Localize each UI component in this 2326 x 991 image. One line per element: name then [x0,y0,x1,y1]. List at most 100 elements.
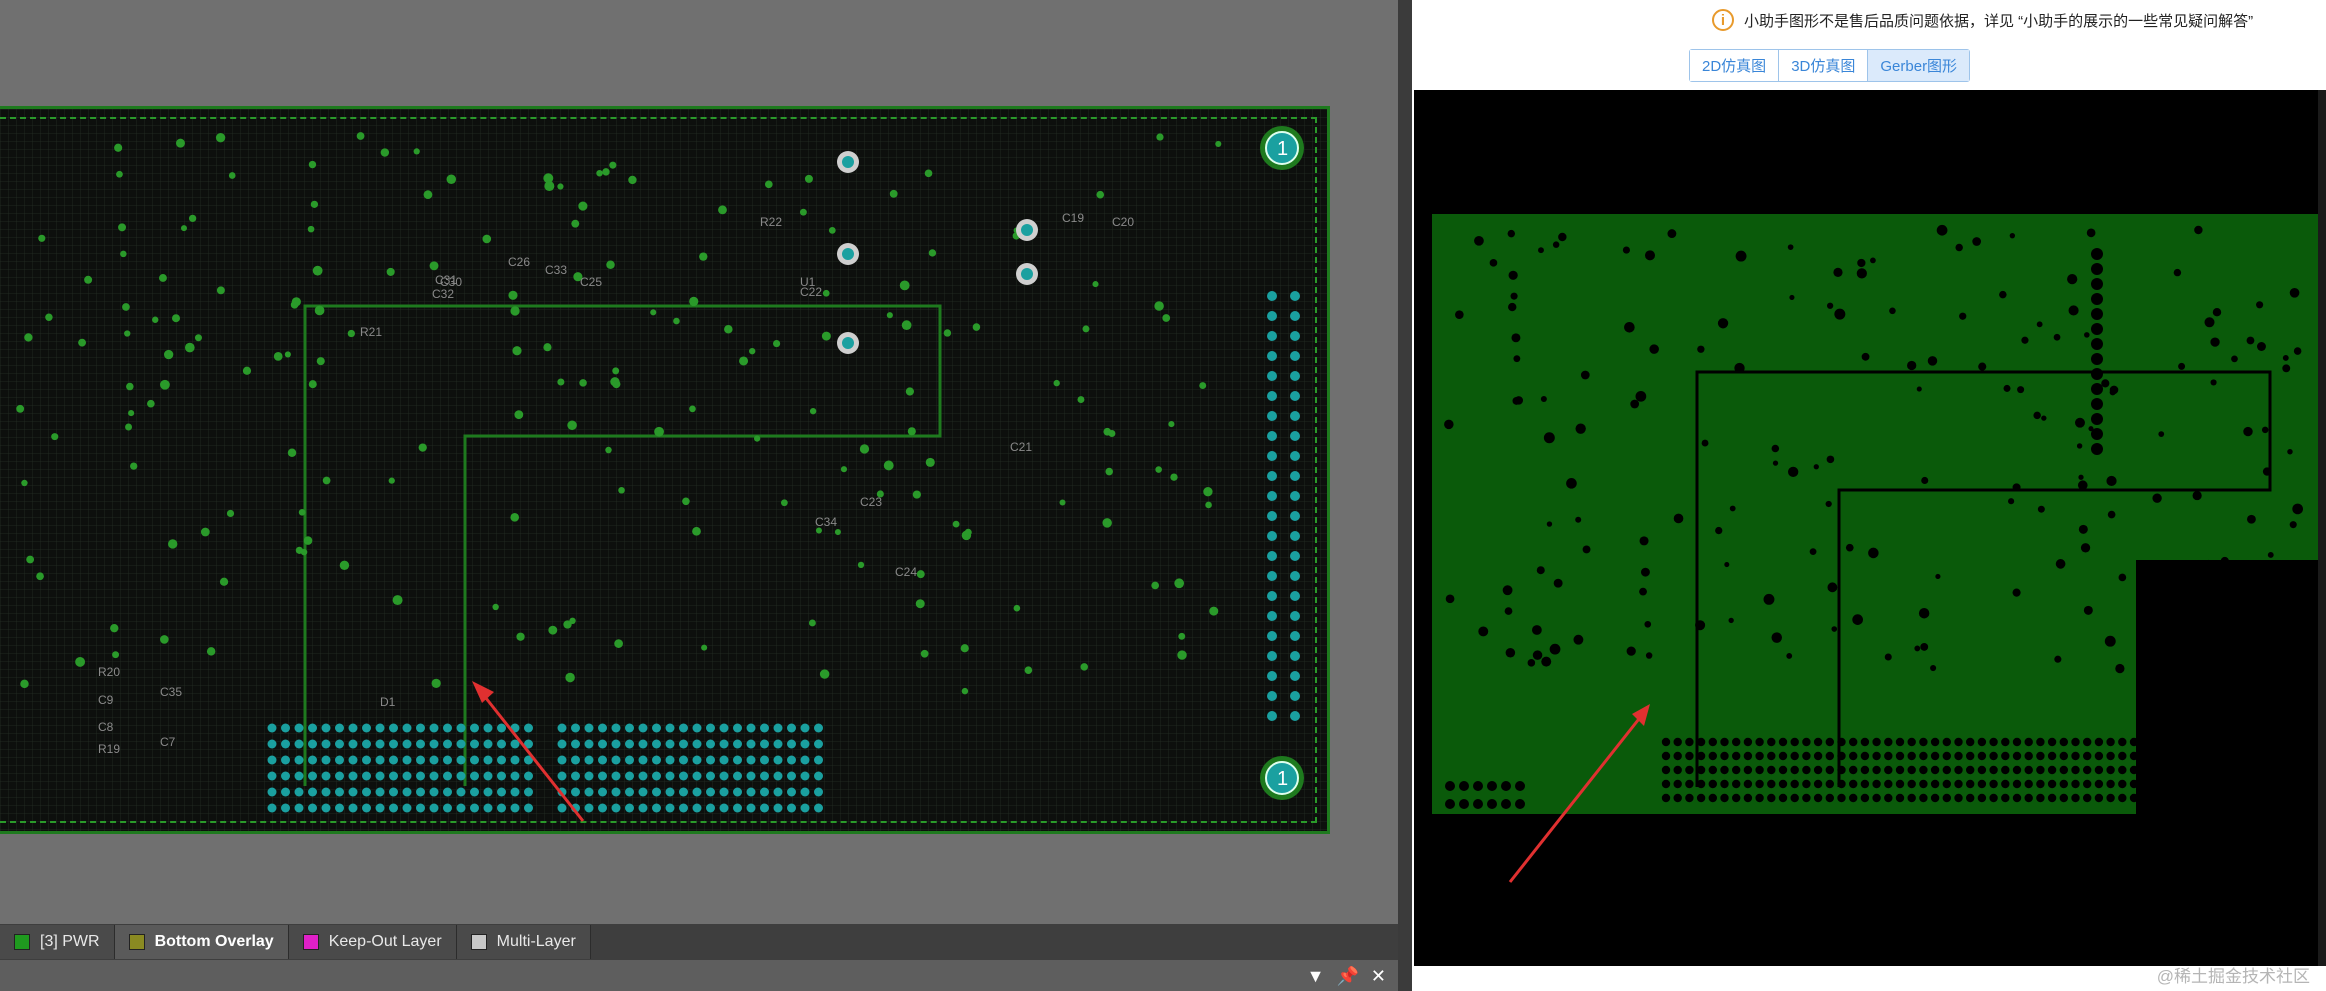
gerber-drill [1790,793,1799,803]
gerber-drill [2178,362,2186,370]
silkscreen-label: C33 [545,263,567,277]
via [719,771,729,781]
dropdown-arrow-icon[interactable]: ▼ [1307,966,1325,987]
gerber-drill [1445,799,1455,809]
gerber-drill [2153,751,2162,761]
via [679,723,688,733]
via [1162,314,1171,322]
silkscreen-label: C21 [1010,440,1032,454]
gerber-drill [1696,793,1706,803]
via [598,739,607,749]
gerber-drill [1732,779,1741,789]
gerber-drill [2008,498,2015,505]
via [1168,421,1175,428]
pcb-editor-pane[interactable]: 1 1 C19 C20 C21 C22 C23 C24 C25 C26 C30 C31 C32 C33 C3… [0,0,1398,991]
via [584,803,594,813]
silkscreen-label: C23 [860,495,882,509]
via [423,190,433,200]
tab-2d-simulation[interactable]: 2D仿真图 [1690,50,1780,81]
header-pin [1267,511,1277,521]
via [524,723,533,733]
gerber-drill [2083,793,2092,803]
via [294,803,304,813]
via [114,143,123,152]
via [773,803,783,813]
gerber-drill [1767,765,1776,775]
gerber-drill [1673,737,1682,747]
via [1203,487,1213,497]
via [294,787,304,797]
gerber-drill [1914,645,1921,652]
via [679,803,688,813]
tab-3d-simulation[interactable]: 3D仿真图 [1779,50,1869,81]
layer-tab-multi-layer[interactable]: Multi-Layer [456,925,591,959]
gerber-drill [2223,737,2232,747]
via [625,739,634,749]
gerber-drill [1743,793,1753,803]
via [1209,606,1219,616]
header-pin [1290,431,1300,441]
gerber-drill [2293,779,2302,789]
gerber-drill [1954,793,1963,803]
via [314,305,325,316]
via [809,407,817,415]
via [470,739,479,749]
header-pin [1267,551,1277,561]
gerber-drill [1743,751,1753,761]
gerber-drill [1487,799,1497,809]
gerber-drill [1515,781,1525,791]
gerber-drill [1685,751,1694,761]
close-icon[interactable]: ✕ [1371,966,1386,987]
gerber-drill [2235,779,2244,789]
layer-tab-label: Keep-Out Layer [328,933,442,950]
gerber-drill [2088,426,2094,432]
gerber-drill [2305,765,2314,775]
gerber-drill [2091,383,2103,395]
tab-gerber[interactable]: Gerber图形 [1868,50,1970,81]
layer-tab-bottom-overlay[interactable]: Bottom Overlay [114,925,289,959]
via [416,787,425,797]
gerber-drill [2247,514,2256,524]
header-pin [1267,431,1277,441]
via [814,803,823,813]
gerber-drill [2270,737,2279,747]
gerber-drill [2276,631,2285,639]
via [598,771,607,781]
gerber-drill [2281,737,2291,747]
pane-splitter[interactable] [1398,0,1412,991]
gerber-drill [1473,781,1483,791]
via [673,317,680,325]
notice-text[interactable]: 小助手图形不是售后品质问题依据，详见 “小助手的展示的一些常见疑问解答” [1744,10,2253,31]
gerber-drill [1860,737,1870,747]
via [638,723,648,733]
gerber-drill [1532,625,1542,635]
gerber-drill [2164,793,2174,803]
via [772,339,781,348]
gerber-drill [1755,793,1764,803]
header-pin [1290,331,1300,341]
via [402,803,412,813]
gerber-drill [1771,632,1782,643]
via [625,723,634,733]
via [308,755,317,765]
gerber-drill [1673,513,1684,524]
layer-tab-pwr[interactable]: [3] PWR [0,925,115,959]
gerber-drill [2223,779,2232,789]
via [429,739,439,749]
via [800,787,810,797]
gerber-canvas[interactable] [1414,90,2326,966]
via [310,200,319,208]
gerber-drill [2001,793,2010,803]
layer-tab-keep-out[interactable]: Keep-Out Layer [288,925,457,959]
pin-icon[interactable]: 📌 [1336,966,1358,987]
via [164,349,174,360]
via [584,723,594,733]
via [905,387,914,396]
via [75,656,86,667]
gerber-drill [1639,587,1647,596]
gerber-drill [2200,751,2209,761]
layer-tab-label: [3] PWR [40,933,100,950]
via [497,771,506,781]
silkscreen-label: C32 [432,287,454,301]
gerber-drill [1966,765,1975,775]
